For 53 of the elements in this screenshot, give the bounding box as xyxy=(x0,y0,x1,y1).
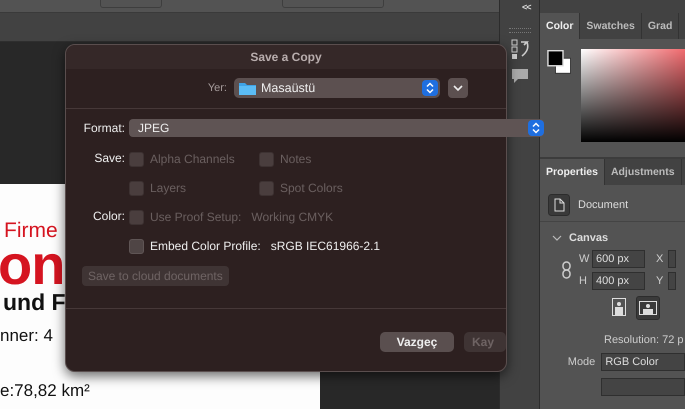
option-label: Use Proof Setup: xyxy=(150,210,242,224)
size-field[interactable]: 400 px xyxy=(592,272,645,290)
field-label: X xyxy=(656,253,664,265)
folder-icon xyxy=(238,80,257,96)
option-label: Layers xyxy=(150,181,186,195)
field-label: H xyxy=(579,275,587,287)
location-label: Yer: xyxy=(206,82,227,94)
option-label: Notes xyxy=(280,152,312,166)
document-label: Document xyxy=(578,199,628,211)
expand-button[interactable] xyxy=(448,78,468,98)
image-text: nner: 4 xyxy=(0,327,53,344)
checkbox[interactable] xyxy=(129,238,144,254)
option-label: Embed Color Profile: xyxy=(150,239,261,253)
size-field[interactable]: 600 px xyxy=(592,250,645,268)
position-field[interactable] xyxy=(668,250,676,268)
format-dropdown[interactable]: JPEG xyxy=(129,119,544,137)
option-group-label: Save: xyxy=(93,150,125,167)
color-picker[interactable] xyxy=(581,49,685,142)
option-label: Spot Colors xyxy=(280,181,343,195)
position-field[interactable] xyxy=(668,272,676,290)
color-swatches-icon[interactable] xyxy=(547,49,572,75)
dialog-button[interactable]: Vazgeç xyxy=(380,332,454,352)
section-header[interactable]: Canvas xyxy=(552,232,685,244)
stepper-icon xyxy=(422,80,438,96)
option-group-label: Color: xyxy=(92,208,125,225)
format-label: Format: xyxy=(82,121,125,135)
resolution-text: Resolution: 72 p xyxy=(604,334,684,346)
history-icon[interactable] xyxy=(510,38,530,60)
link-icon[interactable] xyxy=(562,261,571,279)
panel-tab[interactable]: Properties xyxy=(540,159,605,185)
landscape-button[interactable] xyxy=(636,296,660,320)
collapse-button[interactable]: << xyxy=(522,2,531,12)
stepper-icon xyxy=(528,120,544,136)
field-label: W xyxy=(579,253,587,265)
chevron-down-icon xyxy=(453,84,463,92)
grip-icon[interactable] xyxy=(508,28,531,33)
comment-icon[interactable] xyxy=(510,67,530,85)
panel-tab[interactable]: Color xyxy=(540,13,580,39)
mode-label: Mode xyxy=(566,356,596,368)
chevron-down-icon xyxy=(552,234,562,242)
image-text: e:78,82 km² xyxy=(0,382,90,399)
portrait-icon xyxy=(612,298,626,316)
landscape-icon xyxy=(639,301,657,315)
option-label: Alpha Channels xyxy=(150,152,235,166)
option-value: sRGB IEC61966-2.1 xyxy=(270,239,380,253)
option-value: Working CMYK xyxy=(251,210,334,224)
document-icon xyxy=(548,194,570,216)
dialog-title: Save a Copy xyxy=(250,50,322,64)
location-dropdown[interactable]: Masaüstü xyxy=(234,78,440,98)
mode-dropdown[interactable]: RGB Color xyxy=(601,353,685,371)
dropdown[interactable] xyxy=(601,378,685,396)
image-text: und F xyxy=(3,291,66,314)
field-label: Y xyxy=(656,275,664,287)
